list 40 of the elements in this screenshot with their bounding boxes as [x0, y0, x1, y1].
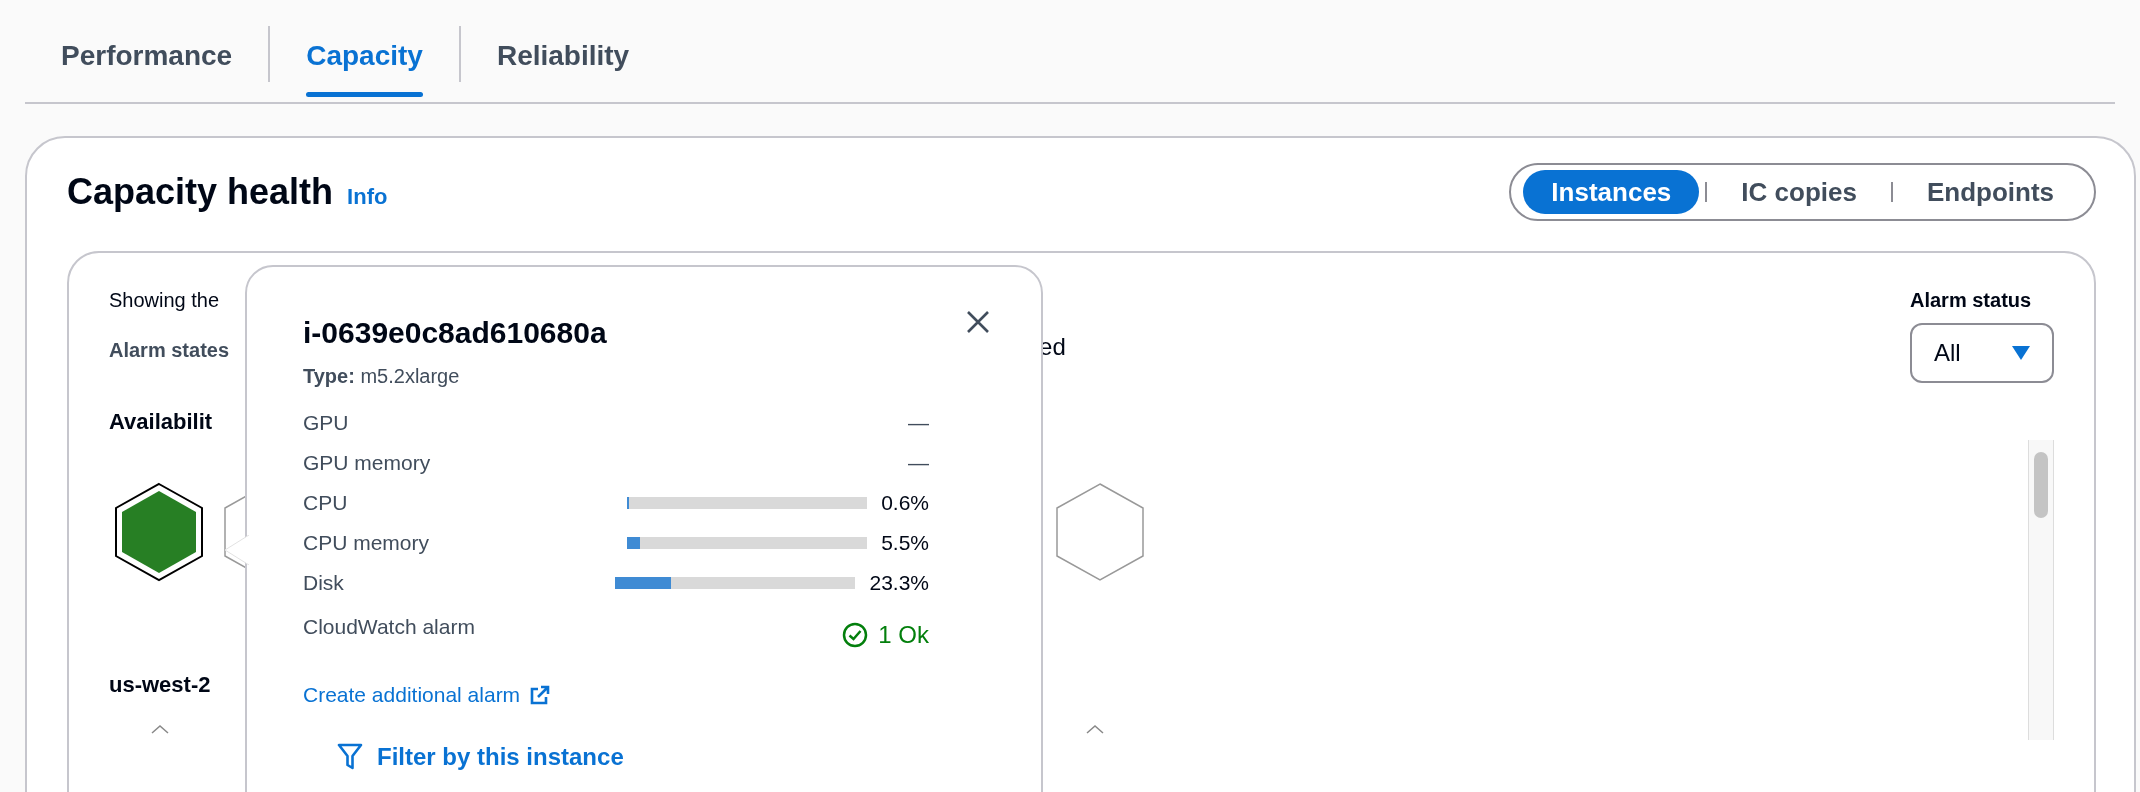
metric-value: —: [908, 450, 929, 477]
alarm-status-label: Alarm status: [1910, 288, 2033, 313]
view-option[interactable]: IC copies: [1713, 170, 1885, 214]
metric-label: GPU memory: [303, 450, 431, 477]
view-option[interactable]: Endpoints: [1898, 170, 2082, 214]
filter-button[interactable]: Filter by this instance: [337, 738, 624, 775]
empty-hexagon[interactable]: [1054, 482, 1146, 582]
metric-label: GPU: [303, 410, 349, 437]
alarm-states-label: Alarm states: [109, 338, 230, 363]
availability-heading: Availabilit: [109, 408, 213, 436]
alarm-status: 1 Ok: [842, 617, 929, 653]
metric-value: —: [908, 410, 929, 437]
zone-label: us-west-2: [109, 671, 211, 699]
metric-label: CloudWatch alarm: [303, 614, 475, 640]
caret-down-icon: [2012, 346, 2030, 360]
tab[interactable]: Reliability: [460, 0, 666, 102]
instance-id: i-0639e0c8ad610680a: [303, 315, 608, 351]
metric-label: CPU: [303, 490, 348, 517]
panel-title: Capacity health: [67, 170, 334, 214]
metric-label: Disk: [303, 570, 344, 597]
instance-type: Type: m5.2xlarge: [303, 364, 461, 389]
tab[interactable]: Capacity: [270, 0, 459, 102]
create-alarm-link[interactable]: Create additional alarm: [303, 679, 551, 711]
scrollbar-thumb[interactable]: [2034, 452, 2048, 518]
view-option[interactable]: Instances: [1523, 170, 1700, 214]
close-icon: [966, 310, 990, 334]
filter-icon: [337, 742, 363, 771]
metric-value: 0.6%: [881, 490, 929, 517]
info-link[interactable]: Info: [347, 180, 388, 213]
metric-value: 23.3%: [869, 570, 929, 597]
alarm-status-select[interactable]: All: [1910, 323, 2054, 383]
chevron-up-icon[interactable]: [151, 725, 169, 734]
external-link-icon: [530, 684, 551, 705]
filled-hexagon[interactable]: [113, 482, 205, 582]
tab[interactable]: Performance: [25, 0, 269, 102]
check-circle-icon: [842, 622, 869, 648]
chevron-up-icon[interactable]: [1086, 725, 1104, 734]
metric-label: CPU memory: [303, 530, 429, 557]
description-text: Showing the: [109, 288, 221, 313]
metric-value: 5.5%: [881, 530, 929, 557]
